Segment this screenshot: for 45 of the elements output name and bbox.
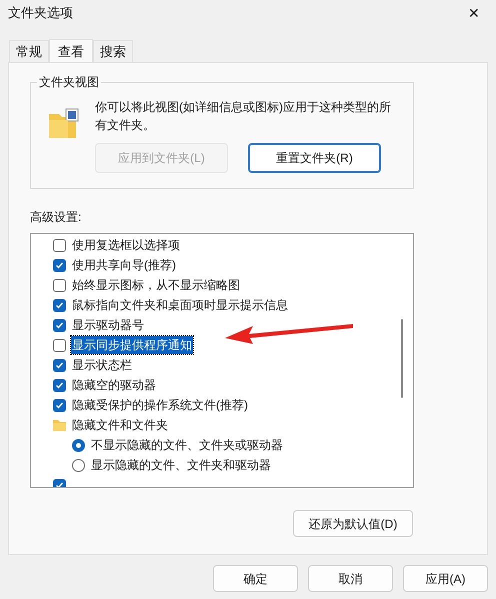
restore-defaults-button[interactable]: 还原为默认值(D)	[293, 510, 413, 537]
checkbox[interactable]	[53, 398, 66, 412]
radio-button[interactable]	[72, 438, 85, 452]
option-label[interactable]: 隐藏文件和文件夹	[72, 416, 168, 434]
option-label[interactable]: 隐藏受保护的操作系统文件(推荐)	[72, 396, 248, 414]
option-label[interactable]: 显示同步提供程序通知	[71, 336, 193, 354]
description: 你可以将此视图(如详细信息或图标)应用于这种类型的所有文件夹。	[95, 99, 392, 134]
dialog-button[interactable]: 应用(A)	[403, 565, 488, 592]
checkmark-icon	[55, 380, 64, 390]
tab[interactable]: 常规	[9, 40, 49, 62]
dialog-button[interactable]: 取消	[308, 565, 393, 592]
checkbox[interactable]	[53, 258, 66, 272]
group-title: 文件夹视图	[37, 73, 101, 91]
option-label[interactable]: 始终显示图标，从不显示缩略图	[72, 276, 240, 294]
option-label[interactable]: 不显示隐藏的文件、文件夹或驱动器	[91, 436, 283, 454]
dialog-button[interactable]: 确定	[213, 565, 298, 592]
reset-folders-button[interactable]: 重置文件夹(R)	[248, 143, 381, 173]
section-label: 高级设置:	[30, 209, 82, 226]
option-label[interactable]: 显示状态栏	[72, 356, 132, 374]
tab[interactable]: 查看	[49, 39, 93, 63]
radio-button[interactable]	[72, 458, 85, 472]
checkmark-icon	[55, 360, 64, 370]
close-button[interactable]: ✕	[462, 2, 486, 24]
folder-icon	[53, 420, 66, 430]
option-label[interactable]: 使用共享向导(推荐)	[72, 256, 176, 274]
checkbox[interactable]	[53, 318, 66, 332]
checkbox[interactable]	[53, 278, 66, 292]
scrollbar-thumb[interactable]	[401, 319, 403, 398]
checkmark-icon	[55, 320, 64, 330]
checkmark-icon	[55, 400, 64, 410]
option-label[interactable]: 使用复选框以选择项	[72, 236, 180, 254]
checkbox[interactable]	[53, 298, 66, 312]
checkbox[interactable]	[53, 378, 66, 392]
checkmark-icon	[55, 300, 64, 310]
option-label[interactable]: 显示隐藏的文件、文件夹和驱动器	[91, 456, 271, 474]
checkbox[interactable]	[53, 358, 66, 372]
checkbox[interactable]	[53, 238, 66, 252]
checkbox[interactable]	[53, 338, 66, 352]
option-label[interactable]: 鼠标指向文件夹和桌面项时显示提示信息	[72, 296, 288, 314]
folder-icon	[48, 108, 79, 139]
option-label[interactable]: 显示驱动器号	[72, 316, 144, 334]
checkmark-icon	[55, 260, 64, 270]
window-title: 文件夹选项	[8, 4, 73, 22]
tab[interactable]: 搜索	[93, 40, 133, 62]
option-label[interactable]: 隐藏空的驱动器	[72, 376, 156, 394]
